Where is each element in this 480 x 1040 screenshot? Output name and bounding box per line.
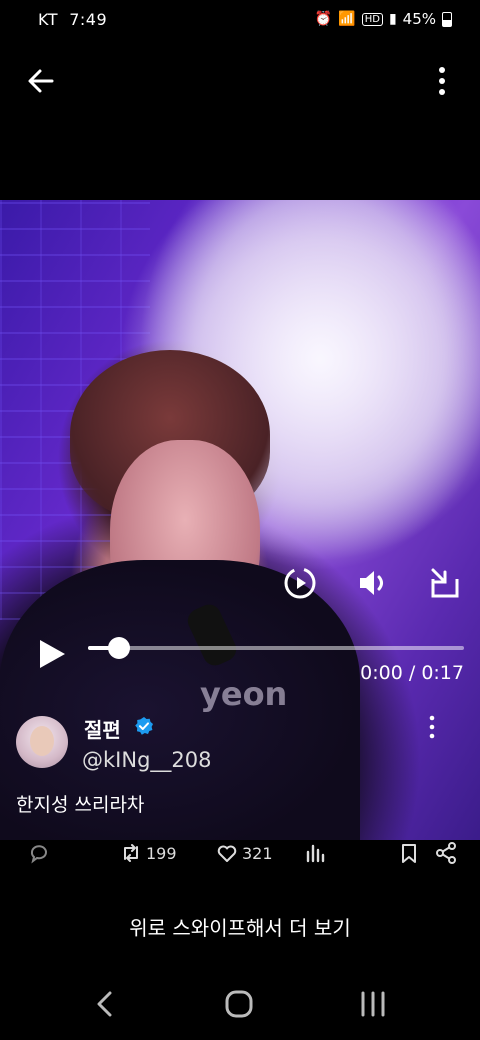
popout-button[interactable]	[427, 565, 463, 601]
user-handle[interactable]: @kINg__208	[82, 748, 211, 772]
views-button[interactable]	[304, 842, 326, 864]
display-name[interactable]: 절편	[84, 714, 121, 743]
replay-button[interactable]	[282, 565, 318, 601]
views-icon	[306, 844, 325, 863]
wifi-icon: 📶	[338, 11, 356, 27]
nav-home-button[interactable]	[223, 988, 255, 1020]
more-options-button[interactable]	[430, 64, 454, 98]
video-watermark: yeon	[200, 675, 288, 713]
tweet-author: 절편 @kINg__208	[16, 714, 464, 774]
battery-icon	[442, 11, 452, 27]
top-bar	[0, 52, 480, 108]
avatar[interactable]	[16, 716, 68, 768]
status-bar: KT 7:49 ⏰ 📶 HD ▮ 45%	[0, 0, 480, 40]
tweet-actions: 199 321	[0, 840, 480, 874]
back-arrow-icon	[28, 69, 54, 93]
popout-icon	[431, 568, 459, 598]
share-button[interactable]	[434, 842, 458, 864]
retweet-icon	[124, 844, 138, 862]
status-left: KT 7:49	[38, 10, 107, 29]
tweet-more-button[interactable]	[424, 714, 440, 740]
volume-button[interactable]	[355, 565, 391, 601]
video-time: 0:00 / 0:17	[360, 662, 464, 684]
like-button[interactable]: 321	[216, 842, 273, 864]
retweet-button[interactable]: 199	[120, 842, 177, 864]
back-button[interactable]	[22, 64, 62, 98]
retweet-count: 199	[146, 843, 177, 863]
nav-recents-button[interactable]	[358, 988, 388, 1020]
like-icon	[217, 845, 237, 862]
system-nav-bar	[0, 980, 480, 1040]
nav-recents-icon	[361, 991, 385, 1017]
replay-icon	[284, 567, 316, 599]
seek-bar[interactable]	[88, 637, 464, 659]
clock: 7:49	[69, 10, 108, 29]
nav-back-button[interactable]	[92, 988, 118, 1020]
swipe-up-hint: 위로 스와이프해서 더 보기	[129, 916, 351, 940]
volume-icon	[360, 571, 383, 595]
alarm-icon: ⏰	[314, 11, 333, 27]
battery-percent: 45%	[402, 10, 436, 28]
reply-button[interactable]	[28, 842, 50, 864]
status-right: ⏰ 📶 HD ▮ 45%	[315, 10, 452, 28]
tweet-text: 한지성 쓰리라차	[16, 794, 145, 816]
signal-icon: ▮	[388, 11, 397, 27]
nav-back-icon	[97, 991, 112, 1017]
bookmark-icon	[402, 844, 416, 863]
more-vertical-icon	[429, 715, 435, 739]
nav-home-icon	[225, 990, 253, 1018]
reply-icon	[30, 845, 47, 864]
share-icon	[436, 842, 456, 864]
hd-badge: HD	[361, 12, 383, 26]
carrier: KT	[38, 10, 59, 29]
play-icon	[40, 640, 65, 668]
verified-badge-icon	[135, 717, 153, 735]
play-button[interactable]	[34, 636, 70, 672]
like-count: 321	[242, 843, 273, 863]
seek-bar-handle[interactable]	[108, 637, 130, 659]
more-vertical-icon	[439, 67, 445, 95]
bookmark-button[interactable]	[398, 842, 420, 864]
